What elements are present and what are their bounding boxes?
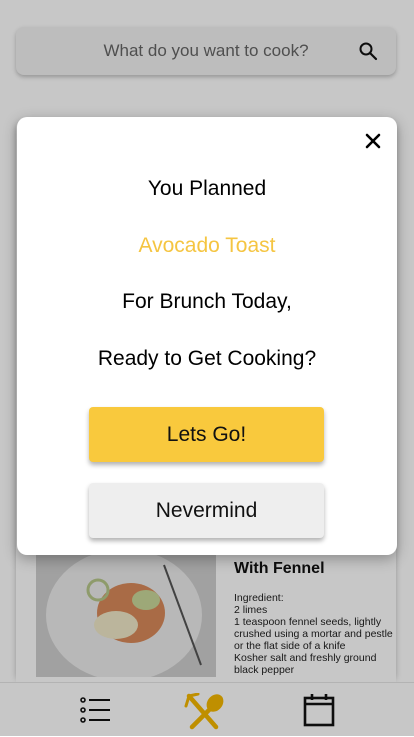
- close-icon[interactable]: [365, 133, 381, 149]
- cooking-prompt-modal: You Planned Avocado Toast For Brunch Tod…: [17, 117, 397, 555]
- prompt-question: Ready to Get Cooking?: [97, 347, 317, 370]
- planned-recipe-name: Avocado Toast: [138, 234, 276, 257]
- close-button[interactable]: [361, 129, 385, 153]
- nevermind-button[interactable]: Nevermind: [89, 483, 324, 538]
- modal-heading: You Planned: [147, 177, 267, 200]
- lets-go-button[interactable]: Lets Go!: [89, 407, 324, 462]
- meal-time-text: For Brunch Today,: [122, 290, 292, 313]
